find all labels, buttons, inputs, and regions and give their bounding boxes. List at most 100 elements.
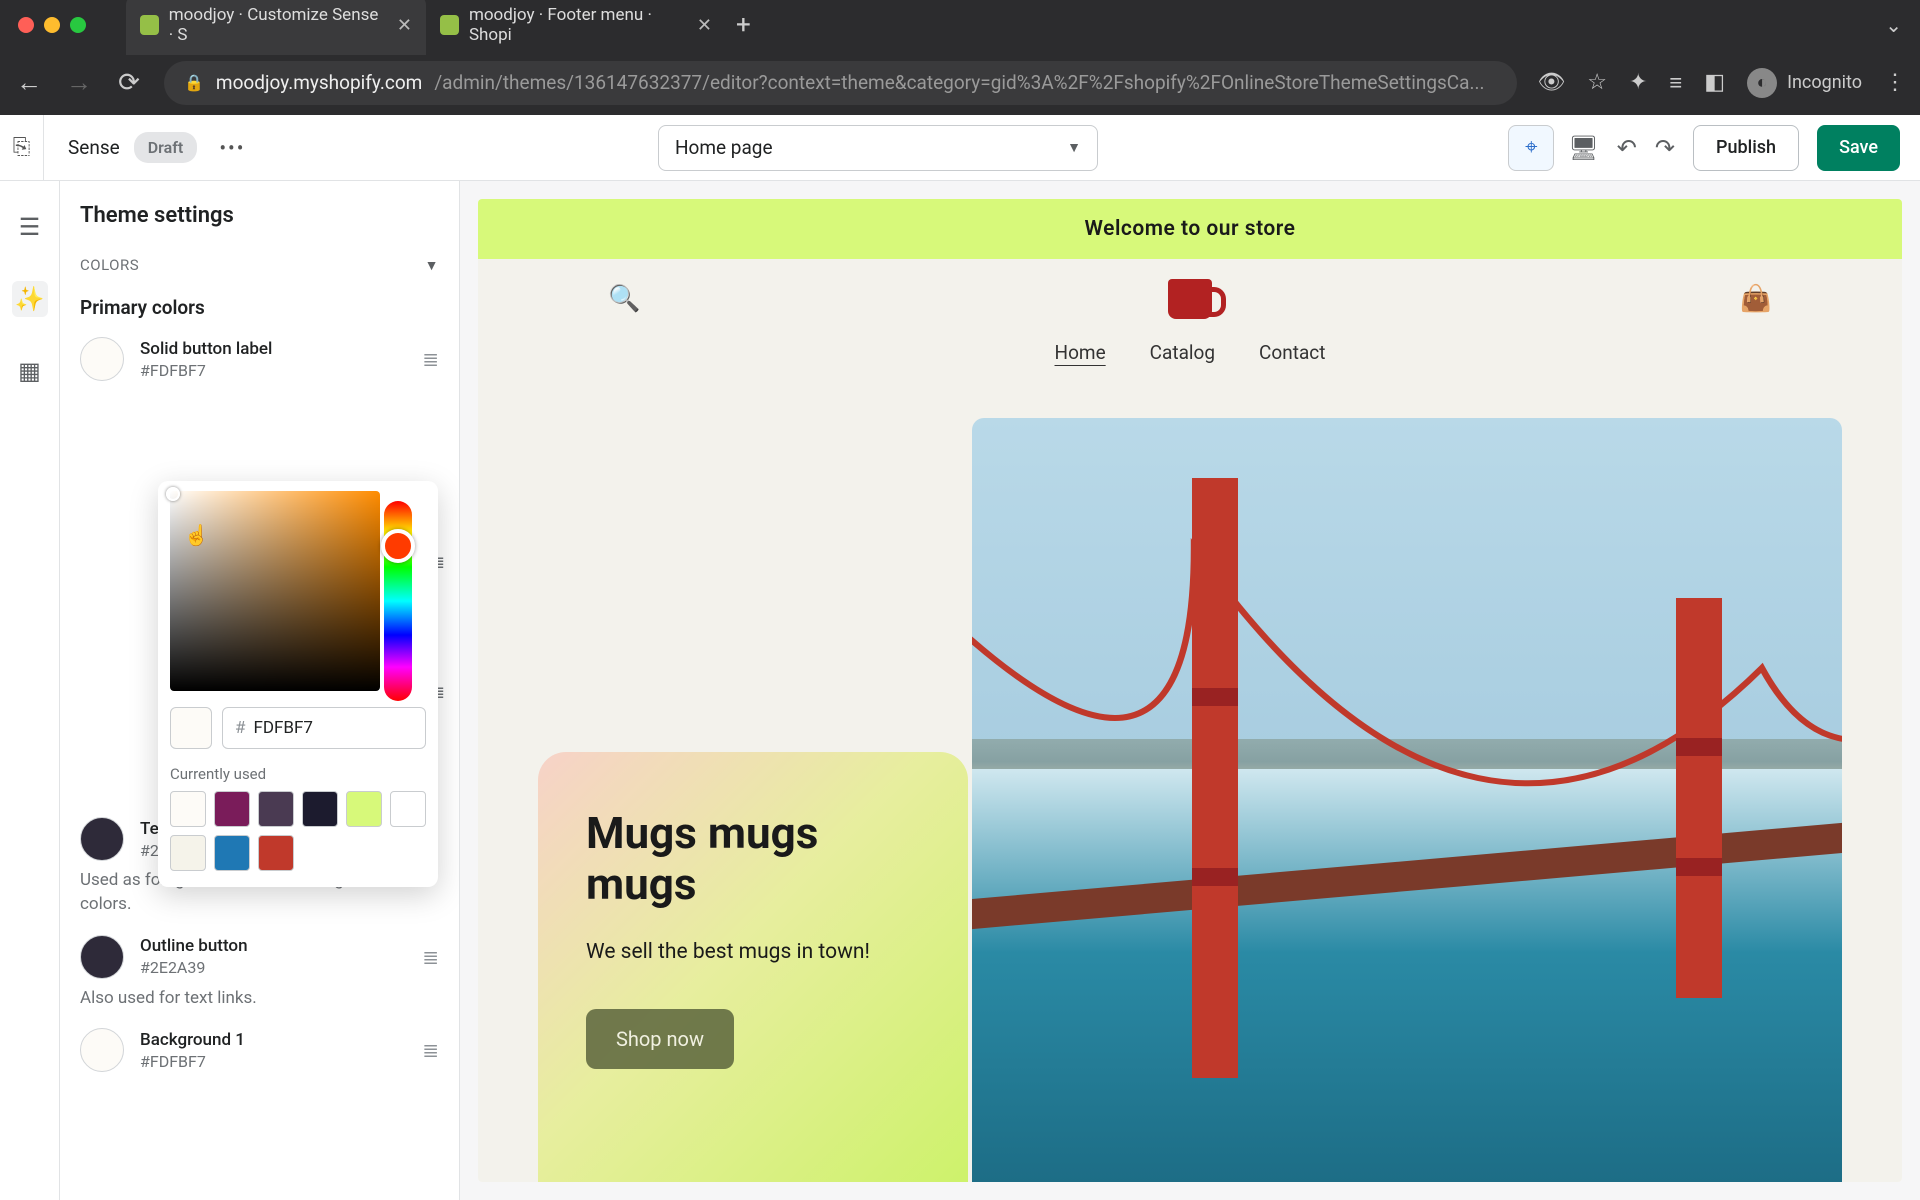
- tab-title: moodjoy · Footer menu · Shopi: [469, 5, 687, 45]
- store-header: 🔍 👜: [478, 259, 1902, 327]
- editor-app-bar: ⎘ Sense Draft ••• Home page ▼ ⌖ 🖥 ↶ ↷ Pu…: [0, 115, 1920, 181]
- hero-section[interactable]: Mugs mugs mugs We sell the best mugs in …: [478, 388, 1902, 1182]
- currently-used-swatches: [170, 791, 426, 871]
- setting-hex: #FDFBF7: [140, 1052, 245, 1071]
- back-button[interactable]: ←: [14, 67, 44, 98]
- store-logo[interactable]: [1168, 279, 1212, 319]
- color-preview-swatch: [170, 707, 212, 749]
- color-swatch[interactable]: [80, 1028, 124, 1072]
- hex-input[interactable]: # FDFBF7: [222, 707, 426, 749]
- setting-label: Outline button: [140, 936, 248, 956]
- chevron-down-icon: ▼: [425, 257, 439, 274]
- browser-tab-active[interactable]: moodjoy · Customize Sense · S ✕: [126, 0, 426, 55]
- close-tab-icon[interactable]: ✕: [397, 15, 412, 36]
- color-setting-background-1[interactable]: Background 1 #FDFBF7 ≣: [74, 1020, 445, 1080]
- nav-home[interactable]: Home: [1055, 341, 1106, 364]
- mug-logo-icon: [1168, 279, 1212, 319]
- used-swatch[interactable]: [170, 791, 206, 827]
- tab-title: moodjoy · Customize Sense · S: [169, 5, 387, 45]
- forward-button[interactable]: →: [64, 67, 94, 98]
- hero-title: Mugs mugs mugs: [586, 808, 920, 909]
- announcement-text: Welcome to our store: [1085, 217, 1296, 241]
- sections-tab-icon[interactable]: ☰: [12, 209, 48, 245]
- more-actions-button[interactable]: •••: [219, 136, 245, 160]
- close-tab-icon[interactable]: ✕: [697, 15, 712, 36]
- eye-off-icon[interactable]: 👁: [1537, 70, 1565, 95]
- used-swatch[interactable]: [346, 791, 382, 827]
- hero-body: We sell the best mugs in town!: [586, 937, 920, 969]
- cart-icon[interactable]: 👜: [1740, 284, 1772, 314]
- store-nav: Home Catalog Contact: [478, 327, 1902, 388]
- undo-button[interactable]: ↶: [1617, 134, 1637, 162]
- color-setting-outline-button[interactable]: Outline button #2E2A39 ≣: [74, 927, 445, 987]
- incognito-indicator[interactable]: ◐ Incognito: [1747, 68, 1862, 98]
- tab-overflow-icon[interactable]: ⌄: [1885, 13, 1902, 37]
- hash-prefix: #: [235, 718, 245, 738]
- announcement-bar[interactable]: Welcome to our store: [478, 199, 1902, 259]
- hero-content-card: Mugs mugs mugs We sell the best mugs in …: [538, 752, 968, 1182]
- color-swatch[interactable]: [80, 337, 124, 381]
- save-button[interactable]: Save: [1817, 125, 1900, 171]
- used-swatch[interactable]: [214, 791, 250, 827]
- exit-icon: ⎘: [13, 135, 31, 160]
- incognito-label: Incognito: [1787, 72, 1862, 93]
- setting-label: Background 1: [140, 1030, 245, 1050]
- save-label: Save: [1839, 137, 1878, 158]
- exit-editor-button[interactable]: ⎘: [0, 115, 44, 181]
- color-swatch[interactable]: [80, 935, 124, 979]
- connected-settings-icon[interactable]: ≣: [422, 945, 439, 969]
- page-selector-dropdown[interactable]: Home page ▼: [658, 125, 1098, 171]
- hex-value: FDFBF7: [253, 718, 313, 738]
- reload-button[interactable]: ⟳: [114, 68, 144, 98]
- setting-hex: #FDFBF7: [140, 361, 272, 380]
- publish-button[interactable]: Publish: [1693, 125, 1799, 171]
- connected-settings-icon[interactable]: ≣: [422, 347, 439, 371]
- close-window-icon[interactable]: [18, 17, 34, 33]
- nav-contact[interactable]: Contact: [1259, 341, 1325, 364]
- url-host: moodjoy.myshopify.com: [216, 71, 422, 94]
- lock-icon: 🔒: [184, 73, 204, 92]
- currently-used-label: Currently used: [170, 765, 426, 783]
- address-bar[interactable]: 🔒 moodjoy.myshopify.com/admin/themes/136…: [164, 61, 1517, 105]
- colors-section-toggle[interactable]: COLORS ▼: [74, 250, 445, 280]
- preview-frame[interactable]: Welcome to our store 🔍 👜 Home Catalog Co…: [478, 199, 1902, 1182]
- new-tab-button[interactable]: +: [736, 10, 751, 40]
- used-swatch[interactable]: [214, 835, 250, 871]
- reading-list-icon[interactable]: ≡: [1669, 70, 1682, 96]
- used-swatch[interactable]: [258, 791, 294, 827]
- maximize-window-icon[interactable]: [70, 17, 86, 33]
- shop-now-button[interactable]: Shop now: [586, 1009, 734, 1069]
- color-swatch[interactable]: [80, 817, 124, 861]
- redo-button[interactable]: ↷: [1655, 134, 1675, 162]
- window-controls[interactable]: [18, 17, 86, 33]
- apps-tab-icon[interactable]: ▦: [12, 353, 48, 389]
- color-setting-solid-button-label[interactable]: Solid button label #FDFBF7 ≣: [74, 329, 445, 389]
- cursor-icon: ☝: [184, 523, 209, 547]
- inspector-toggle-button[interactable]: ⌖: [1508, 125, 1554, 171]
- connected-settings-icon[interactable]: ≣: [422, 1038, 439, 1062]
- used-swatch[interactable]: [258, 835, 294, 871]
- theme-settings-tab-icon[interactable]: ✨: [12, 281, 48, 317]
- hue-slider[interactable]: [384, 501, 412, 701]
- used-swatch[interactable]: [170, 835, 206, 871]
- minimize-window-icon[interactable]: [44, 17, 60, 33]
- extensions-icon[interactable]: ✦: [1629, 70, 1647, 95]
- draft-badge: Draft: [134, 132, 198, 163]
- cta-label: Shop now: [616, 1027, 704, 1051]
- setting-hex: #2E2A39: [140, 958, 248, 977]
- search-icon[interactable]: 🔍: [608, 284, 640, 314]
- theme-name: Sense: [68, 136, 120, 159]
- saturation-thumb[interactable]: [166, 487, 180, 501]
- browser-tab[interactable]: moodjoy · Footer menu · Shopi ✕: [426, 0, 726, 55]
- menu-icon[interactable]: ⋮: [1884, 70, 1906, 95]
- used-swatch[interactable]: [390, 791, 426, 827]
- used-swatch[interactable]: [302, 791, 338, 827]
- sidebar-title: Theme settings: [80, 203, 439, 228]
- saturation-field[interactable]: ☝: [170, 491, 380, 691]
- star-icon[interactable]: ☆: [1587, 70, 1607, 95]
- side-panel-icon[interactable]: ◧: [1704, 70, 1725, 95]
- section-label: COLORS: [80, 256, 139, 274]
- hue-thumb[interactable]: [381, 529, 415, 563]
- nav-catalog[interactable]: Catalog: [1150, 341, 1215, 364]
- desktop-view-icon[interactable]: 🖥: [1568, 134, 1598, 162]
